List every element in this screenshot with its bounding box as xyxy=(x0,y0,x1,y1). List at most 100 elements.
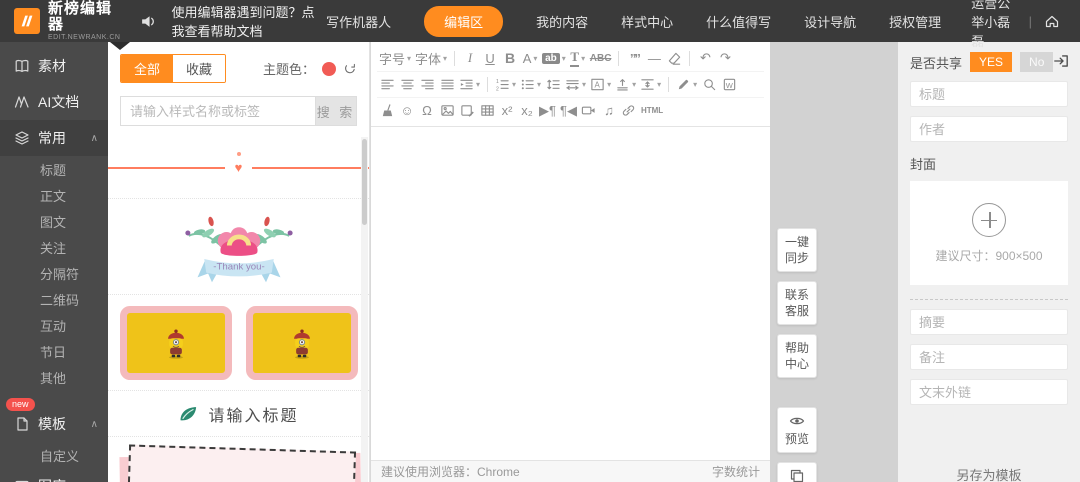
nav-item-设计导航[interactable]: 设计导航 xyxy=(804,12,856,31)
style-item-thank-you[interactable]: -Thank you- xyxy=(108,199,369,295)
sidebar-subitem-互动[interactable]: 互动 xyxy=(0,312,108,338)
chevron-up-icon[interactable]: ∧ xyxy=(91,133,98,144)
tool-insert-image-icon[interactable] xyxy=(439,101,455,121)
styles-search-input[interactable] xyxy=(120,96,315,126)
sidebar-subitem-自定义[interactable]: 自定义 xyxy=(0,442,108,468)
tool-font-size[interactable]: 字号▾ xyxy=(379,48,411,68)
tool-font-family[interactable]: 字体▾ xyxy=(415,48,447,68)
tool-paragraph-style-icon[interactable]: A▾ xyxy=(590,75,611,95)
announcement-text[interactable]: 使用编辑器遇到问题？点我查看帮助文档 xyxy=(171,2,326,40)
tool-align-center-icon[interactable] xyxy=(399,75,415,95)
save-as-template-link[interactable]: 另存为模板 xyxy=(910,465,1068,482)
tool-superscript[interactable]: x² xyxy=(499,101,515,121)
editor-canvas[interactable] xyxy=(371,127,770,439)
tool-unordered-list-icon[interactable]: ▾ xyxy=(520,75,541,95)
home-icon[interactable] xyxy=(1044,13,1060,29)
nav-item-样式中心[interactable]: 样式中心 xyxy=(621,12,673,31)
tool-indent-icon[interactable]: ▾ xyxy=(459,75,480,95)
sidebar-item-图库[interactable]: 图库∧ xyxy=(0,468,108,482)
sidebar-item-常用[interactable]: 常用∧ xyxy=(0,120,108,156)
tool-ltr-paragraph[interactable]: ▶¶ xyxy=(539,101,556,121)
tool-highlight-color[interactable]: ab▾ xyxy=(542,48,566,68)
sidebar-subitem-节日[interactable]: 节日 xyxy=(0,338,108,364)
style-item-title-template[interactable]: 请输入标题 xyxy=(108,391,369,437)
tool-edit-image-icon[interactable] xyxy=(459,101,475,121)
nav-item-什么值得写[interactable]: 什么值得写 xyxy=(706,12,771,31)
sidebar-subitem-标题[interactable]: 标题 xyxy=(0,156,108,182)
username[interactable]: 运营公举小磊磊 xyxy=(971,0,1016,50)
tool-html-source[interactable]: HTML xyxy=(641,101,663,121)
copy-button[interactable]: 复制 xyxy=(777,462,817,482)
sync-button[interactable]: 一键同步 xyxy=(777,228,817,272)
tool-underline[interactable]: U xyxy=(482,48,498,68)
styles-scrollbar[interactable] xyxy=(361,137,368,482)
tool-text-border[interactable]: T▾ xyxy=(570,48,586,68)
sidebar-subitem-关注[interactable]: 关注 xyxy=(0,234,108,260)
chevron-up-icon[interactable]: ∧ xyxy=(91,419,98,430)
tool-horizontal-rule[interactable]: — xyxy=(646,48,662,68)
tool-emoji[interactable]: ☺ xyxy=(399,101,415,121)
tab-all[interactable]: 全部 xyxy=(121,55,173,82)
tool-subscript[interactable]: x₂ xyxy=(519,101,535,121)
style-item-pink-box[interactable] xyxy=(108,437,369,482)
theme-refresh-icon[interactable] xyxy=(343,62,357,76)
tool-blockquote[interactable]: ”” xyxy=(626,48,642,68)
sidebar-subitem-其他[interactable]: 其他 xyxy=(0,364,108,390)
tool-letter-spacing-icon[interactable]: ▾ xyxy=(565,75,586,95)
tool-undo[interactable]: ↶ xyxy=(697,48,713,68)
tool-strikethrough[interactable]: ABC xyxy=(590,48,612,68)
collapse-panel-icon[interactable] xyxy=(1052,52,1070,75)
tool-align-justify-icon[interactable] xyxy=(439,75,455,95)
tool-rtl-paragraph[interactable]: ¶◀ xyxy=(560,101,577,121)
help-center-button[interactable]: 帮助中心 xyxy=(777,334,817,378)
styles-scrollbar-thumb[interactable] xyxy=(362,139,367,225)
tool-clear-format-icon[interactable] xyxy=(379,101,395,121)
style-item-heart-divider[interactable]: ♥ xyxy=(108,137,369,199)
sidebar-subitem-正文[interactable]: 正文 xyxy=(0,182,108,208)
tool-insert-link-icon[interactable] xyxy=(621,101,637,121)
word-count-link[interactable]: 字数统计 xyxy=(712,463,760,480)
style-item-yellow-cards[interactable] xyxy=(108,295,369,391)
nav-item-编辑区[interactable]: 编辑区 xyxy=(424,6,503,37)
sidebar-subitem-二维码[interactable]: 二维码 xyxy=(0,286,108,312)
title-field[interactable] xyxy=(910,81,1068,107)
note-field[interactable] xyxy=(910,344,1068,370)
sidebar-subitem-图文[interactable]: 图文 xyxy=(0,208,108,234)
sidebar-subitem-分隔符[interactable]: 分隔符 xyxy=(0,260,108,286)
theme-color-dot[interactable] xyxy=(322,62,336,76)
sidebar-item-素材[interactable]: 素材 xyxy=(0,48,108,84)
tool-insert-table-icon[interactable] xyxy=(479,101,495,121)
tool-search-replace-icon[interactable] xyxy=(701,75,717,95)
nav-item-我的内容[interactable]: 我的内容 xyxy=(536,12,588,31)
tool-insert-video-icon[interactable] xyxy=(581,101,597,121)
plus-circle-icon[interactable] xyxy=(972,203,1006,237)
tool-format-painter-icon[interactable]: ▾ xyxy=(676,75,697,95)
tool-line-height-icon[interactable] xyxy=(545,75,561,95)
tool-font-color[interactable]: A▾ xyxy=(522,48,538,68)
nav-item-授权管理[interactable]: 授权管理 xyxy=(889,12,941,31)
tool-ordered-list-icon[interactable]: 12▾ xyxy=(495,75,516,95)
share-no-button[interactable]: No xyxy=(1020,52,1053,72)
cover-upload-box[interactable]: 建议尺寸：900×500 xyxy=(910,181,1068,285)
sidebar-item-模板[interactable]: new模板∧ xyxy=(0,406,108,442)
tool-insert-music[interactable]: ♫ xyxy=(601,101,617,121)
tool-align-left-icon[interactable] xyxy=(379,75,395,95)
tool-italic[interactable]: I xyxy=(462,48,478,68)
author-field[interactable] xyxy=(910,116,1068,142)
newrank-logo-icon[interactable] xyxy=(14,8,40,34)
preview-button[interactable]: 预览 xyxy=(777,407,817,453)
tool-import-word-icon[interactable]: W xyxy=(721,75,737,95)
share-yes-button[interactable]: YES xyxy=(970,52,1012,72)
summary-field[interactable] xyxy=(910,309,1068,335)
styles-search-button[interactable]: 搜 索 xyxy=(315,96,357,126)
tool-bold[interactable]: B xyxy=(502,48,518,68)
outlink-field[interactable] xyxy=(910,379,1068,405)
tool-vertical-spacing-icon[interactable]: ▾ xyxy=(615,75,636,95)
tab-favorites[interactable]: 收藏 xyxy=(173,55,225,82)
tool-special-char[interactable]: Ω xyxy=(419,101,435,121)
tool-row-spacing-icon[interactable]: ▾ xyxy=(640,75,661,95)
nav-item-写作机器人[interactable]: 写作机器人 xyxy=(326,12,391,31)
tool-remove-format-icon[interactable] xyxy=(666,48,682,68)
contact-service-button[interactable]: 联系客服 xyxy=(777,281,817,325)
tool-redo[interactable]: ↷ xyxy=(717,48,733,68)
